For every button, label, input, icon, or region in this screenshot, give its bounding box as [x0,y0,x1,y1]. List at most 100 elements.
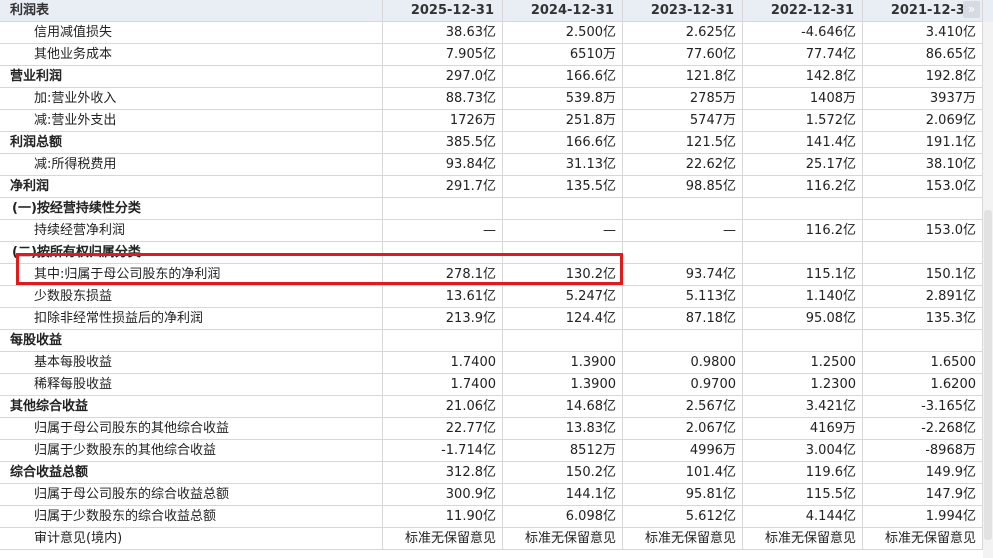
row-label: 信用减值损失 [0,22,383,44]
table-header: 利润表 2025-12-31 2024-12-31 2023-12-31 202… [0,0,993,22]
scrollbar-thumb[interactable] [984,210,992,540]
row-label: 利润总额 [0,132,383,154]
value-cell: 121.5亿 [623,132,743,154]
value-cell: 213.9亿 [383,308,503,330]
value-cell: 38.63亿 [383,22,503,44]
value-cell: 150.2亿 [503,462,623,484]
value-cell: 13.83亿 [503,418,623,440]
value-cell: 1.994亿 [863,506,983,528]
table-row: 利润总额 385.5亿 166.6亿 121.5亿 141.4亿 191.1亿 [0,132,993,154]
value-cell: 124.4亿 [503,308,623,330]
value-cell: 2.891亿 [863,286,983,308]
value-cell: 87.18亿 [623,308,743,330]
value-cell: 1.7400 [383,374,503,396]
value-cell: -8968万 [863,440,983,462]
table-row: 扣除非经常性损益后的净利润 213.9亿 124.4亿 87.18亿 95.08亿 135… [0,308,993,330]
table-row: 其中:归属于母公司股东的净利润 278.1亿 130.2亿 93.74亿 115.1亿 1… [0,264,993,286]
value-cell: 3937万 [863,88,983,110]
value-cell: 6510万 [503,44,623,66]
table-row: 每股收益 [0,330,993,352]
value-cell: 141.4亿 [743,132,863,154]
value-cell: 7.905亿 [383,44,503,66]
value-cell: 0.9800 [623,352,743,374]
value-cell: 2.069亿 [863,110,983,132]
value-cell: 8512万 [503,440,623,462]
row-label: 持续经营净利润 [0,220,383,242]
value-cell [623,242,743,264]
value-cell: 297.0亿 [383,66,503,88]
value-cell: 1726万 [383,110,503,132]
value-cell: 1408万 [743,88,863,110]
row-label: 其中:归属于母公司股东的净利润 [0,264,383,286]
table-row: 基本每股收益 1.7400 1.3900 0.9800 1.2500 1.6500 [0,352,993,374]
value-cell: 5.113亿 [623,286,743,308]
value-cell: 130.2亿 [503,264,623,286]
column-header-2024[interactable]: 2024-12-31 [503,0,623,22]
value-cell [623,330,743,352]
value-cell: 1.572亿 [743,110,863,132]
value-cell: 1.7400 [383,352,503,374]
value-cell: 135.5亿 [503,176,623,198]
value-cell: 153.0亿 [863,176,983,198]
row-label: 归属于母公司股东的综合收益总额 [0,484,383,506]
value-cell: 115.1亿 [743,264,863,286]
table-row: 加:营业外收入 88.73亿 539.8万 2785万 1408万 3937万 [0,88,993,110]
value-cell: 1.6500 [863,352,983,374]
table-row: 归属于母公司股东的其他综合收益 22.77亿 13.83亿 2.067亿 4169万 -2… [0,418,993,440]
value-cell [863,330,983,352]
value-cell: 142.8亿 [743,66,863,88]
more-columns-icon[interactable]: » [963,1,980,18]
value-cell: 4169万 [743,418,863,440]
value-cell: -1.714亿 [383,440,503,462]
row-label: 营业利润 [0,66,383,88]
value-cell: 119.6亿 [743,462,863,484]
value-cell: -4.646亿 [743,22,863,44]
value-cell: 4996万 [623,440,743,462]
value-cell: 93.74亿 [623,264,743,286]
value-cell: 2.625亿 [623,22,743,44]
row-label: 扣除非经常性损益后的净利润 [0,308,383,330]
value-cell: -2.268亿 [863,418,983,440]
column-header-2025[interactable]: 2025-12-31 [383,0,503,22]
value-cell: 95.08亿 [743,308,863,330]
table-row: 净利润 291.7亿 135.5亿 98.85亿 116.2亿 153.0亿 [0,176,993,198]
value-cell: 115.5亿 [743,484,863,506]
value-cell: 150.1亿 [863,264,983,286]
value-cell: 77.74亿 [743,44,863,66]
row-label: 减:营业外支出 [0,110,383,132]
table-row: 综合收益总额 312.8亿 150.2亿 101.4亿 119.6亿 149.9亿 [0,462,993,484]
value-cell: 149.9亿 [863,462,983,484]
value-cell: 93.84亿 [383,154,503,176]
value-cell: 22.62亿 [623,154,743,176]
value-cell: 116.2亿 [743,176,863,198]
column-header-2022[interactable]: 2022-12-31 [743,0,863,22]
value-cell: 86.65亿 [863,44,983,66]
value-cell: 192.8亿 [863,66,983,88]
value-cell: 147.9亿 [863,484,983,506]
value-cell [863,242,983,264]
column-header-2023[interactable]: 2023-12-31 [623,0,743,22]
table-row: 稀释每股收益 1.7400 1.3900 0.9700 1.2300 1.6200 [0,374,993,396]
table-row: (二)按所有权归属分类 [0,242,993,264]
row-label: 基本每股收益 [0,352,383,374]
value-cell [863,198,983,220]
row-label: 其他综合收益 [0,396,383,418]
value-cell: 5.612亿 [623,506,743,528]
value-cell: 38.10亿 [863,154,983,176]
table-row: 信用减值损失 38.63亿 2.500亿 2.625亿 -4.646亿 3.410亿 [0,22,993,44]
value-cell: 166.6亿 [503,132,623,154]
value-cell: — [623,220,743,242]
table-row: (一)按经营持续性分类 [0,198,993,220]
value-cell: 5747万 [623,110,743,132]
value-cell: 300.9亿 [383,484,503,506]
row-label: 归属于少数股东的其他综合收益 [0,440,383,462]
value-cell: 6.098亿 [503,506,623,528]
value-cell: — [383,220,503,242]
value-cell [383,242,503,264]
value-cell: 1.140亿 [743,286,863,308]
value-cell: 144.1亿 [503,484,623,506]
value-cell: 14.68亿 [503,396,623,418]
row-label: 加:营业外收入 [0,88,383,110]
value-cell: 标准无保留意见 [743,528,863,550]
table-title: 利润表 [0,0,383,22]
